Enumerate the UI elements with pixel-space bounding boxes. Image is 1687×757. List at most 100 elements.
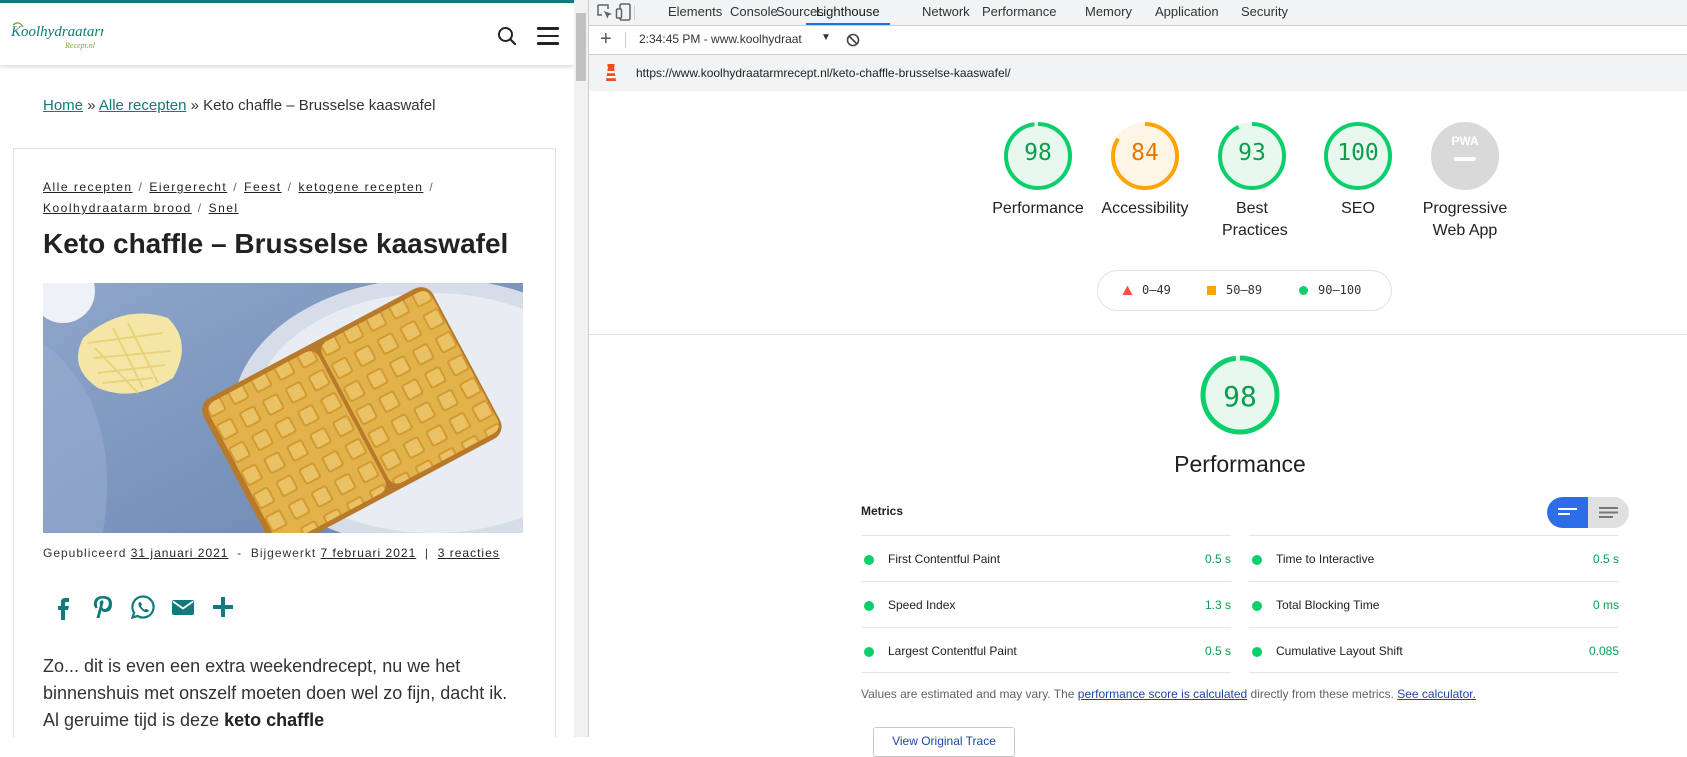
metric-name: Speed Index <box>888 598 956 612</box>
metric-name: Cumulative Layout Shift <box>1276 644 1403 658</box>
report-select[interactable]: 2:34:45 PM - www.koolhydraat <box>639 32 802 46</box>
metric-row: Total Blocking Time 0 ms <box>1249 581 1619 627</box>
devtools-tab-bar: Elements Console Sources Lighthouse Network P… <box>589 0 1687 26</box>
logo-text: Koolhydraatarm <box>10 24 104 40</box>
plus-icon[interactable] <box>210 594 236 620</box>
metric-row: Cumulative Layout Shift 0.085 <box>1249 627 1619 673</box>
compact-view-icon[interactable] <box>1588 497 1629 528</box>
lighthouse-url-bar: https://www.koolhydraatarmrecept.nl/keto… <box>589 55 1687 91</box>
breadcrumb: Home » Alle recepten » Keto chaffle – Br… <box>43 97 435 114</box>
category-separator: / <box>429 180 435 194</box>
metric-name: First Contentful Paint <box>888 552 1001 566</box>
breadcrumb-current: Keto chaffle – Brusselse kaaswafel <box>203 97 436 114</box>
breadcrumb-separator: » <box>190 97 199 114</box>
category-link[interactable]: Alle recepten <box>43 180 133 194</box>
category-separator: / <box>138 180 144 194</box>
metrics-column-right: Time to Interactive 0.5 s Total Blocking T… <box>1249 535 1619 673</box>
gauge-progressive-web-app[interactable]: PWA Progressive Web App <box>1415 120 1515 242</box>
legend-square-icon <box>1207 286 1216 295</box>
recipe-photo <box>43 283 523 533</box>
category-list: Alle recepten / Eiergerecht / Feest / ketogene… <box>43 177 513 219</box>
legend-item: 90–100 <box>1298 283 1361 297</box>
category-separator: / <box>287 180 293 194</box>
category-link[interactable]: Eiergerecht <box>149 180 227 194</box>
tab-security[interactable]: Security <box>1231 0 1298 25</box>
metric-name: Largest Contentful Paint <box>888 644 1017 658</box>
comments-link[interactable]: 3 reacties <box>438 546 500 560</box>
chevron-down-icon[interactable]: ▼ <box>821 32 831 43</box>
published-label: Gepubliceerd <box>43 546 127 560</box>
meta-dash: - <box>237 546 243 560</box>
category-link[interactable]: ketogene recepten <box>298 180 423 194</box>
performance-heading: Performance <box>1174 451 1306 477</box>
gauge-accessibility[interactable]: 84 Accessibility <box>1095 120 1195 220</box>
recipe-intro: Zo... dit is even een extra weekendrecep… <box>43 653 523 734</box>
gauge-label: Best Practices <box>1222 200 1288 239</box>
gauge-label: SEO <box>1341 200 1375 217</box>
section-divider <box>589 334 1687 335</box>
pwa-dash <box>1454 157 1476 161</box>
gauge-ring <box>1431 122 1499 190</box>
recipe-title: Keto chaffle – Brusselse kaaswafel <box>43 228 509 259</box>
breadcrumb-all-recipes-link[interactable]: Alle recepten <box>99 97 187 114</box>
new-report-button[interactable]: + <box>600 28 612 50</box>
metrics-view-toggle[interactable] <box>1547 497 1629 528</box>
tab-performance[interactable]: Performance <box>972 0 1066 25</box>
facebook-icon[interactable] <box>50 594 76 620</box>
whatsapp-icon[interactable] <box>130 594 156 620</box>
updated-date-link[interactable]: 7 februari 2021 <box>321 546 417 560</box>
gauge-best-practices[interactable]: 93 Best Practices <box>1202 120 1302 242</box>
inspect-element-icon[interactable] <box>596 3 614 21</box>
gauge-score: 98 <box>1024 140 1052 166</box>
meta-pipe: | <box>424 546 430 560</box>
metrics-note: Values are estimated and may vary. The p… <box>861 687 1476 701</box>
metric-value: 1.3 s <box>1204 598 1231 612</box>
view-original-trace-button[interactable]: View Original Trace <box>873 727 1015 757</box>
metric-value: 0 ms <box>1592 598 1619 612</box>
metric-value: 0.085 <box>1588 644 1619 658</box>
metrics-heading: Metrics <box>861 504 904 518</box>
legend-item: 0–49 <box>1122 283 1171 297</box>
email-icon[interactable] <box>170 594 196 620</box>
audited-url: https://www.koolhydraatarmrecept.nl/keto… <box>636 66 1011 80</box>
note-text: directly from these metrics. <box>1247 687 1398 701</box>
metric-name: Time to Interactive <box>1276 552 1375 566</box>
intro-bold-text: keto chaffle <box>224 710 325 730</box>
device-toolbar-icon[interactable] <box>615 3 633 21</box>
gauge-label: Performance <box>992 200 1084 217</box>
tab-memory[interactable]: Memory <box>1075 0 1142 25</box>
breadcrumb-home-link[interactable]: Home <box>43 97 83 114</box>
score-calculated-link[interactable]: performance score is calculated <box>1078 687 1247 701</box>
category-separator: / <box>233 180 239 194</box>
pinterest-icon[interactable] <box>90 594 116 620</box>
gauge-seo[interactable]: 100 SEO <box>1308 120 1408 220</box>
gauge-performance[interactable]: 98 Performance <box>988 120 1088 220</box>
site-header: Koolhydraatarm Recept.nl <box>0 3 574 65</box>
published-date-link[interactable]: 31 januari 2021 <box>131 546 229 560</box>
tab-network[interactable]: Network <box>912 0 980 25</box>
tab-application[interactable]: Application <box>1145 0 1229 25</box>
website-pane: Koolhydraatarm Recept.nl Home » Alle rec… <box>0 0 574 737</box>
legend-range: 50–89 <box>1226 283 1263 297</box>
performance-score: 98 <box>1223 380 1257 413</box>
metric-value: 0.5 s <box>1592 552 1619 566</box>
score-legend: 0–49 50–89 90–100 <box>1097 270 1392 311</box>
clear-reports-icon[interactable] <box>846 33 860 47</box>
expanded-view-icon[interactable] <box>1547 497 1588 528</box>
website-scrollbar-thumb[interactable] <box>576 13 586 81</box>
site-logo[interactable]: Koolhydraatarm Recept.nl <box>9 17 104 53</box>
metric-value: 0.5 s <box>1204 644 1231 658</box>
tab-lighthouse[interactable]: Lighthouse <box>806 0 890 25</box>
metric-row: Speed Index 1.3 s <box>861 581 1231 627</box>
hamburger-menu-icon[interactable] <box>537 26 559 46</box>
pass-dot-icon <box>864 601 874 611</box>
gauge-label: Progressive Web App <box>1422 200 1508 239</box>
category-link[interactable]: Snel <box>209 201 239 215</box>
breadcrumb-separator: » <box>87 97 96 114</box>
gauge-score: 93 <box>1238 140 1266 166</box>
search-icon[interactable] <box>496 25 518 47</box>
website-scrollbar[interactable] <box>574 0 588 737</box>
category-link[interactable]: Koolhydraatarm brood <box>43 201 192 215</box>
category-link[interactable]: Feest <box>244 180 282 194</box>
see-calculator-link[interactable]: See calculator. <box>1397 687 1476 701</box>
